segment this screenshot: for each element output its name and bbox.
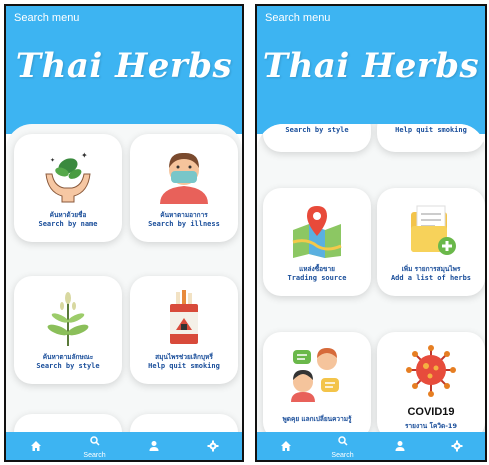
app-header: Search menu Thai Herbs [6, 6, 242, 134]
nav-settings[interactable] [437, 432, 477, 460]
person-icon [395, 441, 404, 451]
svg-text:✦: ✦ [81, 151, 88, 160]
masked-person-icon [130, 148, 238, 204]
card-thai-label: ค้นหาด้วยชื่อ [49, 211, 87, 219]
card-thai-label: ค้นหาตามลักษณะ [42, 353, 94, 361]
app-title: Thai Herbs [262, 46, 480, 86]
gear-icon [451, 440, 462, 452]
nav-settings[interactable] [193, 432, 233, 460]
add-folder-icon [377, 202, 485, 258]
card-english-label: Help quit smoking [395, 126, 467, 134]
card-english-label: Search by illness [148, 220, 220, 228]
gear-icon [207, 440, 218, 452]
herb-hands-icon: ✦ ✦ [14, 148, 122, 204]
search-by-style-card[interactable]: Search by style [263, 124, 371, 152]
plant-icon [14, 290, 122, 346]
card-english-label: Add a list of herbs [390, 274, 472, 282]
nav-profile[interactable] [380, 432, 420, 460]
nav-home[interactable] [16, 432, 56, 460]
home-icon [30, 441, 41, 451]
nav-profile[interactable] [134, 432, 174, 460]
add-herbs-card[interactable]: เพิ่ม รายการสมุนไพร Add a list of herbs [377, 188, 485, 296]
left-phone-screen: Search menu Thai Herbs ✦ ✦ ค้นหาด้วยชื่อ… [4, 4, 244, 462]
home-icon [280, 441, 291, 451]
menu-grid: ✦ ✦ ค้นหาด้วยชื่อ Search by name ค้นหาตา… [6, 124, 242, 432]
card-thai-label: สมุนไพรช่วยเลิกบุหรี่ [155, 353, 213, 361]
app-title: Thai Herbs [15, 46, 233, 86]
search-by-style-card[interactable]: ค้นหาตามลักษณะ Search by style [14, 276, 122, 384]
trading-source-card[interactable]: แหล่งซื้อขาย Trading source [263, 188, 371, 296]
nav-search[interactable]: Search [323, 432, 363, 460]
help-quit-smoking-card[interactable]: Help quit smoking [377, 124, 485, 152]
virus-icon [377, 342, 485, 398]
card-english-label: Search by style [36, 362, 100, 370]
card-english-label: Help quit smoking [148, 362, 220, 370]
card-english-label: Trading source [287, 274, 347, 282]
cigarette-pack-icon [130, 290, 238, 346]
covid-title: COVID19 [407, 406, 455, 418]
card-english-label: Search by style [285, 126, 349, 134]
card-english-label: Search by name [38, 220, 98, 228]
card-thai-label: พูดคุย แลกเปลี่ยนความรู้ [282, 415, 352, 423]
help-quit-smoking-card[interactable]: สมุนไพรช่วยเลิกบุหรี่ Help quit smoking [130, 276, 238, 384]
nav-search-label: Search [83, 452, 106, 459]
knowledge-exchange-card[interactable]: พูดคุย แลกเปลี่ยนความรู้ [263, 332, 371, 432]
right-phone-screen: Search menu Thai Herbs Search by style H… [255, 4, 487, 462]
nav-home[interactable] [266, 432, 306, 460]
person-icon [149, 441, 158, 451]
bottom-navigation: Search [257, 432, 485, 460]
partial-card[interactable] [130, 414, 238, 432]
nav-search[interactable]: Search [75, 432, 115, 460]
card-thai-label: รายงาน โควิด-19 [405, 422, 457, 430]
search-by-illness-card[interactable]: ค้นหาตามอาการ Search by illness [130, 134, 238, 242]
partial-card[interactable] [14, 414, 122, 432]
app-header: Search menu Thai Herbs [257, 6, 485, 134]
search-icon [337, 436, 348, 446]
bottom-navigation: Search [6, 432, 242, 460]
chat-people-icon [263, 346, 371, 402]
search-by-name-card[interactable]: ✦ ✦ ค้นหาด้วยชื่อ Search by name [14, 134, 122, 242]
map-pin-icon [263, 202, 371, 258]
covid-report-card[interactable]: COVID19 รายงาน โควิด-19 [377, 332, 485, 432]
menu-grid: Search by style Help quit smoking แหล่งซ… [257, 124, 485, 432]
card-thai-label: แหล่งซื้อขาย [299, 265, 335, 273]
svg-text:✦: ✦ [50, 157, 55, 164]
search-menu-label: Search menu [265, 12, 331, 24]
search-menu-label: Search menu [14, 12, 80, 24]
card-thai-label: ค้นหาตามอาการ [160, 211, 208, 219]
nav-search-label: Search [331, 452, 354, 459]
search-icon [89, 436, 100, 446]
card-thai-label: เพิ่ม รายการสมุนไพร [401, 265, 461, 273]
